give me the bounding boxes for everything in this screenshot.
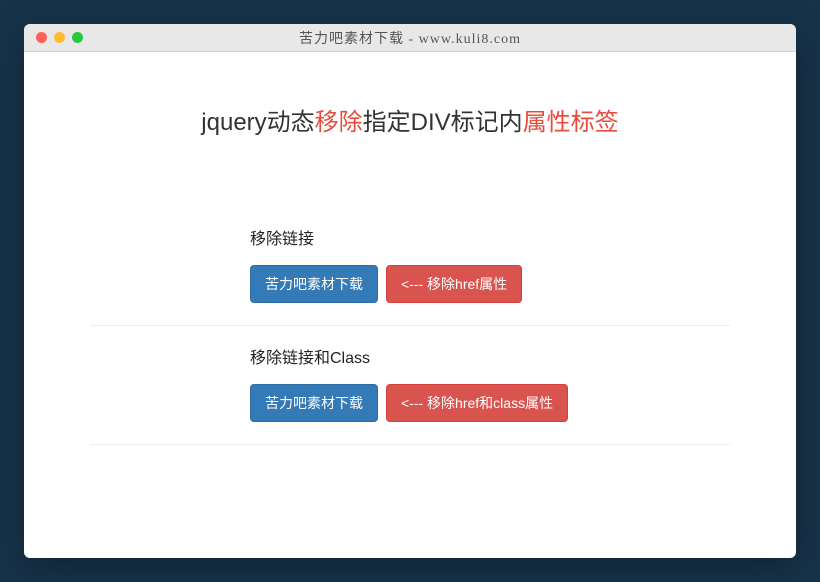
close-icon[interactable]	[36, 32, 47, 43]
download-link-button[interactable]: 苦力吧素材下载	[250, 265, 378, 303]
title-part: 指定DIV标记内	[363, 109, 523, 136]
button-row: 苦力吧素材下载 <--- 移除href和class属性	[250, 384, 730, 422]
app-window: 苦力吧素材下载 - www.kuli8.com jquery动态移除指定DIV标…	[24, 24, 796, 558]
section-title: 移除链接和Class	[250, 344, 730, 368]
remove-href-button[interactable]: <--- 移除href属性	[386, 265, 522, 303]
title-part: jquery动态	[201, 109, 314, 136]
traffic-lights	[24, 32, 83, 43]
title-highlight: 属性标签	[523, 109, 619, 136]
download-link-button[interactable]: 苦力吧素材下载	[250, 384, 378, 422]
titlebar: 苦力吧素材下载 - www.kuli8.com	[24, 24, 796, 52]
minimize-icon[interactable]	[54, 32, 65, 43]
maximize-icon[interactable]	[72, 32, 83, 43]
button-row: 苦力吧素材下载 <--- 移除href属性	[250, 265, 730, 303]
content-area: jquery动态移除指定DIV标记内属性标签 移除链接 苦力吧素材下载 <---…	[24, 52, 796, 475]
window-title: 苦力吧素材下载 - www.kuli8.com	[24, 28, 796, 48]
sections-container: 移除链接 苦力吧素材下载 <--- 移除href属性 移除链接和Class 苦力…	[90, 207, 730, 445]
page-title: jquery动态移除指定DIV标记内属性标签	[64, 102, 756, 137]
section-remove-link: 移除链接 苦力吧素材下载 <--- 移除href属性	[90, 207, 730, 326]
remove-href-class-button[interactable]: <--- 移除href和class属性	[386, 384, 568, 422]
section-remove-link-class: 移除链接和Class 苦力吧素材下载 <--- 移除href和class属性	[90, 326, 730, 445]
section-title: 移除链接	[250, 225, 730, 249]
title-highlight: 移除	[315, 109, 363, 136]
